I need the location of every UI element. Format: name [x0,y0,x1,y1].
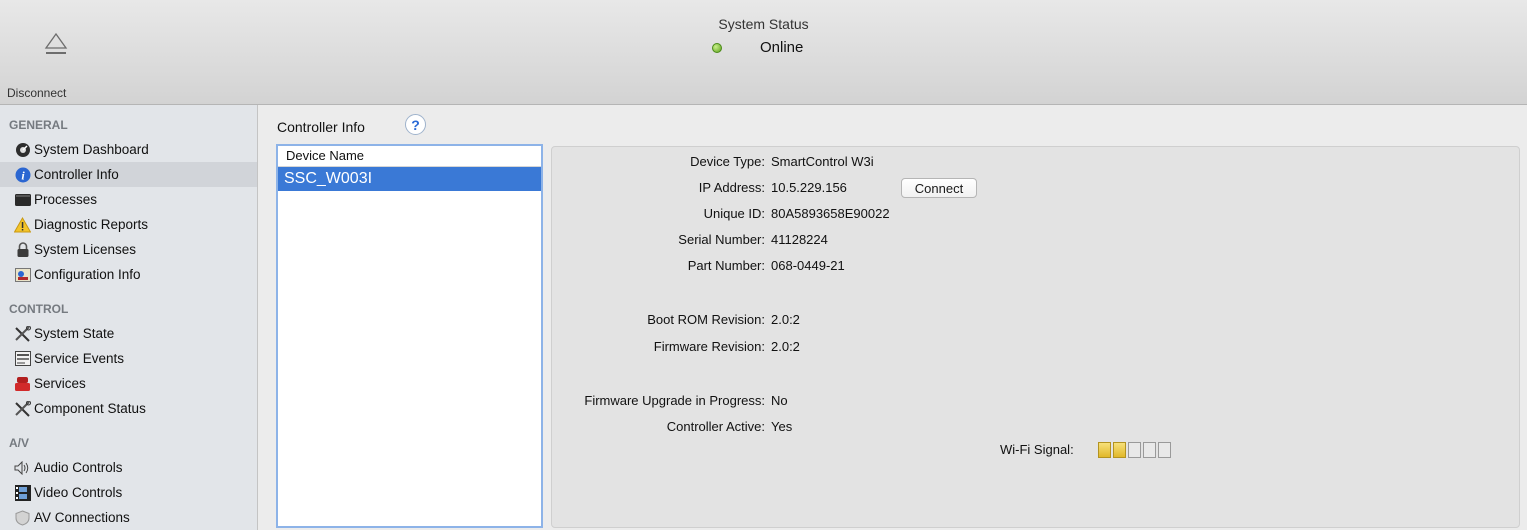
sidebar-item-label: Controller Info [34,167,119,182]
firmware-revision-value: 2.0:2 [771,339,800,354]
speaker-icon [14,459,31,476]
unique-id-label: Unique ID: [703,206,765,221]
info-icon: i [14,166,31,183]
help-button[interactable]: ? [405,114,426,135]
disconnect-button[interactable]: Disconnect [7,86,66,100]
sidebar-item-system-licenses[interactable]: System Licenses [0,237,257,262]
sidebar-item-audio-controls[interactable]: Audio Controls [0,455,257,480]
status-title: System Status [718,16,809,32]
device-list-header[interactable]: Device Name [278,146,541,167]
wifi-signal-bar [1113,442,1126,458]
part-number-value: 068-0449-21 [771,258,845,273]
tools-icon [14,325,31,342]
sidebar-item-controller-info[interactable]: i Controller Info [0,162,257,187]
sidebar-section-general: GENERAL [9,118,68,132]
eject-icon[interactable] [44,30,68,60]
page-title: Controller Info [277,119,365,135]
device-type-label: Device Type: [690,154,765,169]
film-icon [14,484,31,501]
details-panel [551,146,1520,528]
sidebar-item-label: AV Connections [34,510,130,525]
firmware-revision-label: Firmware Revision: [653,339,765,354]
sidebar-item-configuration-info[interactable]: Configuration Info [0,262,257,287]
configuration-icon [14,266,31,283]
sidebar-item-services[interactable]: Services [0,371,257,396]
sidebar-item-processes[interactable]: Processes [0,187,257,212]
sidebar-item-label: System State [34,326,115,341]
sidebar-item-service-events[interactable]: Service Events [0,346,257,371]
sidebar-item-label: System Licenses [34,242,137,257]
connect-button[interactable]: Connect [901,178,977,198]
sidebar-item-component-status[interactable]: Component Status [0,396,257,421]
toolbar: Disconnect System Status Online [0,0,1527,105]
ip-address-value: 10.5.229.156 [771,180,847,195]
sidebar-item-label: System Dashboard [34,142,149,157]
gauge-icon [14,141,31,158]
firmware-upgrade-value: No [771,393,788,408]
part-number-label: Part Number: [687,258,765,273]
sidebar-item-label: Diagnostic Reports [34,217,149,232]
sidebar-item-label: Configuration Info [34,267,141,282]
boot-rom-label: Boot ROM Revision: [647,312,765,327]
services-icon [14,375,31,392]
serial-number-value: 41128224 [771,232,828,247]
sidebar-item-video-controls[interactable]: Video Controls [0,480,257,505]
sidebar-item-label: Services [34,376,86,391]
wifi-signal-label: Wi-Fi Signal: [1000,442,1074,457]
status-indicator: Online [712,39,803,56]
tools-icon [14,400,31,417]
sidebar: GENERAL System Dashboard i Controller In… [0,105,258,530]
wifi-signal-bar [1128,442,1141,458]
warning-icon [14,216,31,233]
wifi-signal-meter [1098,442,1173,458]
sidebar-item-label: Video Controls [34,485,123,500]
shield-icon [14,509,31,526]
controller-active-value: Yes [771,419,793,434]
sidebar-item-label: Processes [34,192,98,207]
sidebar-section-control: CONTROL [9,302,69,316]
sidebar-item-av-connections[interactable]: AV Connections [0,505,257,530]
sidebar-item-label: Service Events [34,351,125,366]
sidebar-item-label: Audio Controls [34,460,123,475]
wifi-signal-bar [1143,442,1156,458]
wifi-signal-bar [1158,442,1171,458]
unique-id-value: 80A5893658E90022 [771,206,890,221]
device-type-value: SmartControl W3i [771,154,874,169]
sidebar-item-system-dashboard[interactable]: System Dashboard [0,137,257,162]
firmware-upgrade-label: Firmware Upgrade in Progress: [584,393,765,408]
status-text: Online [760,39,804,56]
sidebar-section-av: A/V [9,436,30,450]
status-dot-icon [712,42,722,53]
device-list[interactable]: Device Name SSC_W003I [276,144,543,528]
serial-number-label: Serial Number: [678,232,765,247]
lock-icon [14,241,31,258]
processes-icon [14,191,31,208]
device-list-row[interactable]: SSC_W003I [278,167,541,191]
events-icon [14,350,31,367]
controller-active-label: Controller Active: [666,419,765,434]
sidebar-item-diagnostic-reports[interactable]: Diagnostic Reports [0,212,257,237]
wifi-signal-bar [1098,442,1111,458]
sidebar-item-system-state[interactable]: System State [0,321,257,346]
ip-address-label: IP Address: [698,180,765,195]
sidebar-item-label: Component Status [34,401,146,416]
boot-rom-value: 2.0:2 [771,312,800,327]
